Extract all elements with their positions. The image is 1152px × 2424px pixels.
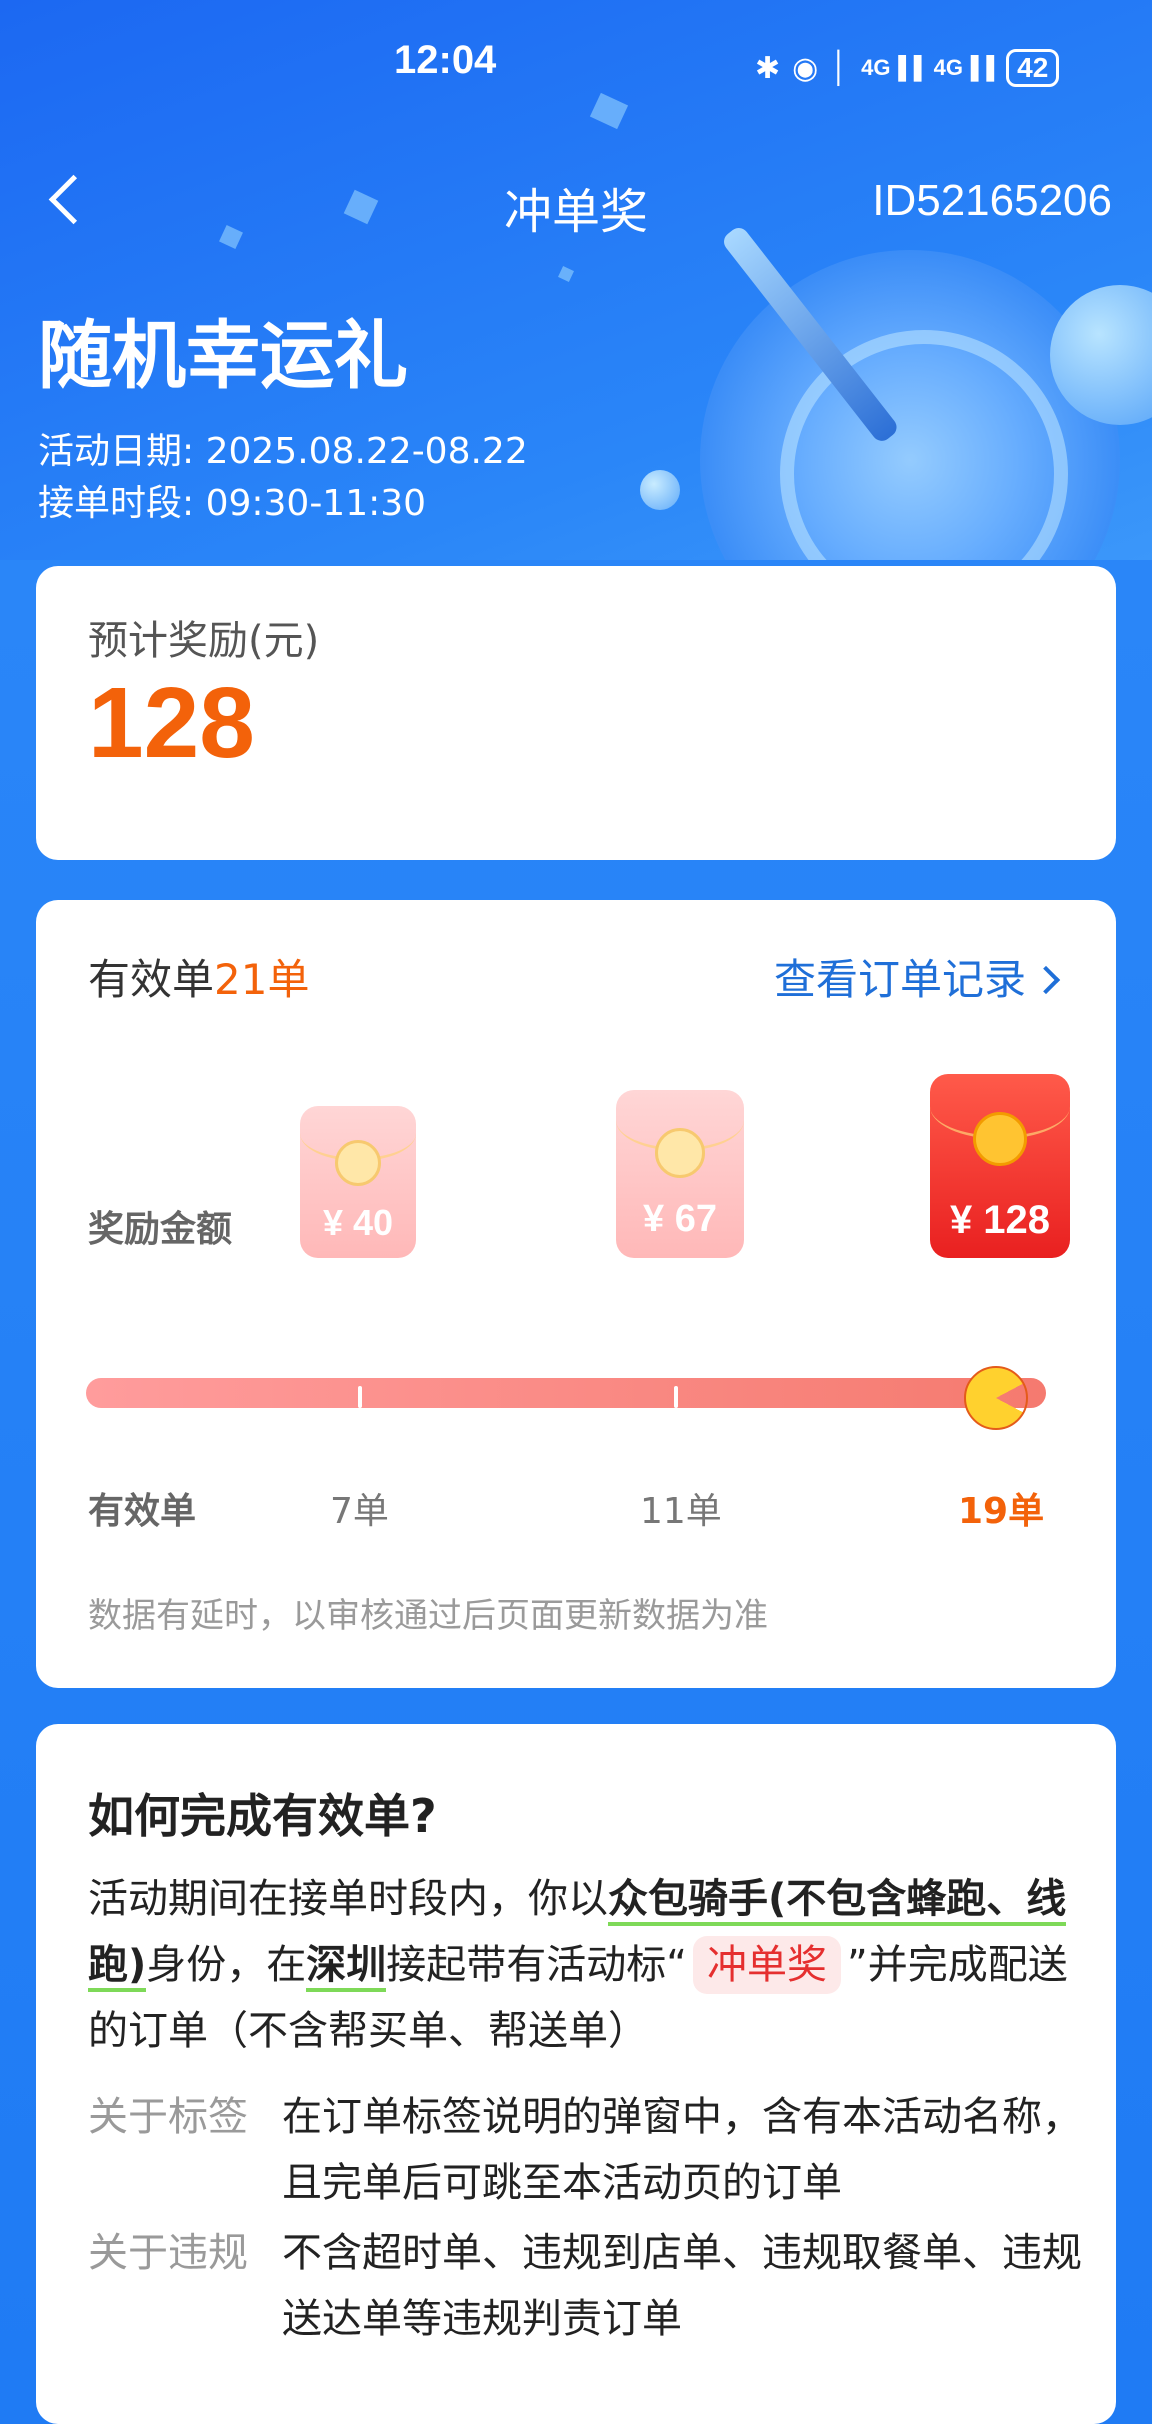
progress-card: 有效单21单 查看订单记录 奖励金额 ¥ 40 ¥ 67 ¥ 128 有效单 7… [36, 900, 1116, 1688]
reward-amount: ¥ 128 [949, 1198, 1051, 1242]
how-to-title: 如何完成有效单? [88, 1789, 437, 1843]
tier-orders-current: 19单 [958, 1491, 1045, 1532]
status-icons: ✱ ◉ │ 4G▐▐ 4G▐▐ 42 [755, 38, 1060, 98]
rule-row: 关于标签 在订单标签说明的弹窗中，含有本活动名称，且完单后可跳至本活动页的订单 [88, 2084, 1088, 2216]
campaign-tag: 冲单奖 [693, 1936, 842, 1994]
campaign-period: 接单时段: 09:30-11:30 [38, 483, 427, 524]
location-icon: ◉ [792, 51, 819, 85]
progress-tick [674, 1386, 678, 1408]
estimated-reward-value: 128 [88, 667, 255, 779]
confetti-decoration [558, 266, 574, 282]
tier-orders: 7单 [330, 1491, 389, 1532]
tier-orders: 11单 [640, 1491, 722, 1532]
orders-axis-label: 有效单 [88, 1491, 197, 1532]
how-to-description: 活动期间在接单时段内，你以众包骑手(不包含蜂跑、线跑)身份，在深圳接起带有活动标… [88, 1876, 1068, 2054]
signal-4g-icon: 4G▐▐ [861, 55, 922, 80]
user-id: ID52165206 [872, 176, 1112, 225]
signal-4g-icon: 4G▐▐ [933, 55, 995, 80]
reward-envelope-current: ¥ 128 [930, 1074, 1070, 1258]
reward-envelope: ¥ 40 [300, 1106, 416, 1258]
confetti-decoration [589, 92, 629, 130]
progress-bar [86, 1378, 1046, 1408]
campaign-title: 随机幸运礼 [38, 313, 408, 399]
view-order-records-link[interactable]: 查看订单记录 [774, 946, 1061, 1007]
bubble-decoration-small [640, 470, 680, 510]
reward-amount: ¥ 67 [643, 1198, 717, 1240]
status-time: 12:04 [394, 38, 497, 82]
rule-value: 不含超时单、违规到店单、违规取餐单、违规送达单等违规判责订单 [282, 2230, 1082, 2342]
chevron-right-icon [1031, 965, 1061, 995]
data-delay-note: 数据有延时，以审核通过后页面更新数据为准 [88, 1596, 768, 1636]
reward-amount: ¥ 40 [322, 1202, 394, 1243]
city-highlight: 深圳 [306, 1942, 387, 1992]
campaign-date: 活动日期: 2025.08.22-08.22 [38, 431, 528, 472]
mic-icon: │ [830, 51, 850, 84]
battery-icon: 42 [1006, 49, 1060, 87]
reward-envelope: ¥ 67 [616, 1090, 744, 1258]
progress-marker-icon [964, 1366, 1028, 1430]
rule-key: 关于标签 [88, 2094, 248, 2140]
estimated-reward-card: 预计奖励(元) 128 [36, 566, 1116, 860]
how-to-card: 如何完成有效单? 活动期间在接单时段内，你以众包骑手(不包含蜂跑、线跑)身份，在… [36, 1724, 1116, 2424]
valid-orders-count: 有效单21单 [88, 955, 310, 1004]
rule-value: 在订单标签说明的弹窗中，含有本活动名称，且完单后可跳至本活动页的订单 [282, 2094, 1082, 2206]
bluetooth-icon: ✱ [755, 51, 781, 85]
progress-tick [358, 1386, 362, 1408]
rule-row: 关于违规 不含超时单、违规到店单、违规取餐单、违规送达单等违规判责订单 [88, 2220, 1088, 2352]
rule-key: 关于违规 [88, 2230, 248, 2276]
estimated-reward-label: 预计奖励(元) [88, 618, 320, 664]
reward-amount-label: 奖励金额 [88, 1209, 233, 1250]
